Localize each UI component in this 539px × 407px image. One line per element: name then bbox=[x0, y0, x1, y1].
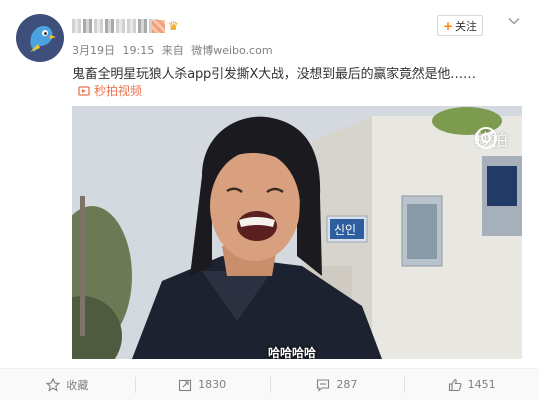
plus-icon: + bbox=[442, 18, 454, 33]
post-time[interactable]: 19:15 bbox=[123, 44, 155, 57]
crown-icon: ♛ bbox=[168, 19, 179, 33]
miaopai-watermark-icon bbox=[475, 127, 497, 149]
sign-text: 신인 bbox=[334, 223, 356, 237]
post-date[interactable]: 3月19日 bbox=[72, 44, 115, 57]
chevron-down-icon[interactable] bbox=[507, 14, 521, 28]
follow-button[interactable]: + 关注 bbox=[437, 15, 483, 36]
video-link-icon bbox=[78, 85, 90, 96]
comment-button[interactable]: 287 bbox=[269, 369, 405, 400]
avatar-bird-icon bbox=[30, 25, 56, 52]
video-link[interactable]: 秒拍视频 bbox=[78, 82, 142, 99]
favorite-label: 收藏 bbox=[66, 378, 89, 392]
follow-label: 关注 bbox=[455, 19, 478, 33]
comment-count: 287 bbox=[336, 378, 358, 391]
post-meta: 3月19日 19:15 来自 微博weibo.com bbox=[72, 42, 277, 58]
star-icon bbox=[46, 377, 61, 392]
post-source[interactable]: 微博weibo.com bbox=[191, 44, 272, 57]
like-button[interactable]: 1451 bbox=[404, 369, 539, 400]
repost-icon bbox=[179, 379, 192, 391]
post-text: 鬼畜全明星玩狼人杀app引发撕X大战，没想到最后的赢家竟然是他…… bbox=[72, 67, 476, 82]
video-subtitle: 哈哈哈哈 bbox=[268, 346, 317, 359]
video-thumbnail[interactable]: 신인 秒拍 哈哈哈哈 bbox=[72, 106, 522, 359]
like-count: 1451 bbox=[467, 378, 496, 391]
comment-icon bbox=[317, 378, 330, 392]
repost-button[interactable]: 1830 bbox=[134, 369, 270, 400]
vip-badge-blurred bbox=[152, 20, 165, 33]
favorite-button[interactable]: 收藏 bbox=[0, 369, 135, 400]
source-prefix: 来自 bbox=[161, 44, 184, 57]
repost-count: 1830 bbox=[198, 378, 227, 391]
avatar[interactable] bbox=[16, 14, 64, 62]
weibo-post-card: ♛ 3月19日 19:15 来自 微博weibo.com + 关注 鬼畜全明星玩… bbox=[0, 0, 539, 407]
username-blurred[interactable] bbox=[72, 17, 158, 35]
action-bar: 收藏 1830 287 1451 bbox=[0, 368, 539, 400]
video-link-label: 秒拍视频 bbox=[94, 84, 143, 98]
thumbs-up-icon bbox=[448, 378, 462, 391]
video-frame-illustration: 신인 bbox=[72, 106, 522, 359]
miaopai-watermark: 秒拍 bbox=[474, 126, 508, 151]
